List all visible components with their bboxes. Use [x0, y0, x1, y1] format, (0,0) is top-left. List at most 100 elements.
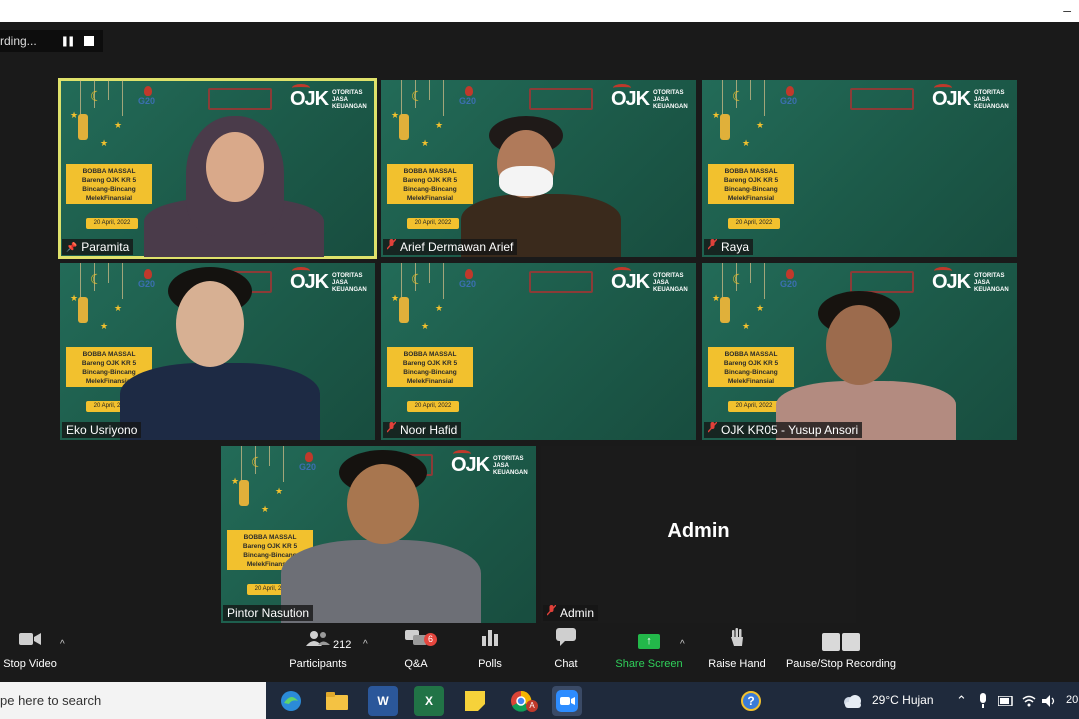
wifi-icon[interactable] [1022, 682, 1036, 719]
excel-app-icon[interactable]: X [414, 686, 444, 716]
star-icon: ★ [712, 110, 721, 120]
tray-expand-chevron-icon[interactable]: ⌃ [956, 682, 967, 719]
ojk-logo: OJK OTORITAS JASA KEUANGAN [611, 84, 693, 112]
video-tile[interactable]: ☾ ★ ★ ★ G20 OJK OTORITAS JASA KEUANGAN BOB… [381, 80, 696, 257]
star-icon: ★ [70, 293, 79, 303]
muted-mic-icon [386, 421, 397, 438]
star-icon: ★ [70, 110, 79, 120]
decoration-string [401, 263, 402, 299]
taskbar-search-input[interactable]: pe here to search [0, 682, 266, 719]
crescent-moon-icon: ☾ [411, 88, 424, 104]
video-tile[interactable]: Admin Admin [541, 446, 856, 623]
polls-button[interactable]: Polls [470, 627, 510, 682]
star-icon: ★ [391, 110, 400, 120]
participant-name-tag: Noor Hafid [383, 421, 462, 438]
star-icon: ★ [421, 321, 430, 331]
stop-recording-icon[interactable] [84, 36, 94, 46]
g20-logo: G20 [459, 86, 495, 108]
word-app-icon[interactable]: W [368, 686, 398, 716]
participant-name: Paramita [81, 240, 130, 254]
participant-name-tag: Pintor Nasution [223, 605, 314, 621]
participants-button[interactable]: Participants [286, 627, 350, 682]
decoration-string [722, 263, 723, 299]
decoration-string [764, 80, 765, 116]
pause-stop-icons [821, 627, 861, 657]
decoration-string [122, 80, 123, 116]
star-icon: ★ [756, 120, 765, 130]
star-icon: ★ [114, 120, 123, 130]
video-tile[interactable]: ☾ ★ ★ ★ G20 OJK OTORITAS JASA KEUANGAN BOB… [58, 78, 377, 259]
event-date: 20 April, 2022 [86, 218, 138, 229]
video-tile[interactable]: ☾ ★ ★ ★ G20 OJK OTORITAS JASA KEUANGAN BOB… [60, 263, 375, 440]
crescent-moon-icon: ☾ [732, 271, 745, 287]
crescent-moon-icon: ☾ [411, 271, 424, 287]
event-banner: BOBBA MASSAL Bareng OJK KR 5 Bincang-Binca… [387, 164, 473, 204]
g20-logo: G20 [138, 86, 174, 108]
pause-icon [822, 632, 840, 651]
stop-video-button[interactable]: Stop Video [0, 627, 60, 682]
chrome-profile-badge: A [526, 700, 538, 712]
g20-logo: G20 [780, 86, 816, 108]
participant-name: Eko Usriyono [66, 423, 138, 437]
file-explorer-icon[interactable] [322, 686, 352, 716]
video-options-caret[interactable]: ^ [60, 639, 65, 650]
edge-app-icon[interactable] [276, 686, 306, 716]
participant-name-tag: Eko Usriyono [62, 422, 142, 438]
weather-cloud-icon [842, 682, 862, 719]
meeting-toolbar: Stop Video ^ Participants 212 ^ Q&A 6 Po… [0, 627, 1079, 682]
star-icon: ★ [261, 504, 270, 514]
minimize-button[interactable]: – [1063, 2, 1071, 18]
video-tile[interactable]: ☾ ★ ★ ★ G20 OJK OTORITAS JASA KEUANGAN BOB… [702, 263, 1017, 440]
zoom-app-icon[interactable] [552, 686, 582, 716]
star-icon: ★ [231, 476, 240, 486]
participant-name-tag: Raya [704, 238, 754, 255]
event-ornament [529, 88, 593, 110]
decoration-string [443, 263, 444, 299]
muted-mic-icon [546, 604, 557, 621]
participant-name-tag: Admin [543, 604, 599, 621]
share-screen-icon: ↑ [614, 627, 684, 657]
decoration-string [269, 446, 270, 466]
video-tile[interactable]: ☾ ★ ★ ★ G20 OJK OTORITAS JASA KEUANGAN BOB… [381, 263, 696, 440]
clock-fragment[interactable]: 20 [1066, 682, 1078, 719]
decoration-string [80, 80, 81, 116]
lantern-icon [78, 114, 88, 140]
share-options-caret[interactable]: ^ [680, 639, 685, 650]
lantern-icon [78, 297, 88, 323]
chat-icon [546, 627, 586, 657]
battery-icon[interactable] [997, 682, 1014, 719]
sticky-notes-icon[interactable] [460, 686, 490, 716]
star-icon: ★ [712, 293, 721, 303]
recording-status: rding... [0, 34, 37, 48]
recording-indicator: rding... ❚❚ [0, 30, 103, 52]
decoration-string [108, 263, 109, 283]
star-icon: ★ [100, 138, 109, 148]
event-ornament [850, 271, 914, 293]
share-screen-button[interactable]: ↑ Share Screen [614, 627, 684, 682]
help-icon[interactable]: ? [736, 686, 766, 716]
muted-mic-icon [386, 238, 397, 255]
microphone-icon[interactable] [978, 682, 988, 719]
participant-name: Raya [721, 240, 750, 254]
chat-button[interactable]: Chat [546, 627, 586, 682]
weather-text[interactable]: 29°C Hujan [872, 682, 934, 719]
event-ornament [850, 88, 914, 110]
pause-recording-icon[interactable]: ❚❚ [56, 36, 78, 47]
g20-logo: G20 [299, 452, 335, 474]
event-banner: BOBBA MASSAL Bareng OJK KR 5 Bincang-Binca… [708, 164, 794, 204]
video-tile[interactable]: ☾ ★ ★ ★ G20 OJK OTORITAS JASA KEUANGAN BOB… [221, 446, 536, 623]
crescent-moon-icon: ☾ [90, 88, 103, 104]
raise-hand-button[interactable]: Raise Hand [706, 627, 768, 682]
decoration-string [764, 263, 765, 299]
decoration-string [443, 80, 444, 116]
participants-count: 212 [333, 639, 352, 651]
participant-name: Arief Dermawan Arief [400, 240, 514, 254]
volume-icon[interactable] [1042, 682, 1058, 719]
video-tile[interactable]: ☾ ★ ★ ★ G20 OJK OTORITAS JASA KEUANGAN BOB… [702, 80, 1017, 257]
star-icon: ★ [114, 303, 123, 313]
participants-options-caret[interactable]: ^ [363, 639, 368, 650]
participant-name: Noor Hafid [400, 423, 458, 437]
event-date: 20 April, 2022 [728, 401, 780, 412]
pause-stop-recording-button[interactable]: Pause/Stop Recording [784, 627, 898, 682]
event-ornament [208, 88, 272, 110]
